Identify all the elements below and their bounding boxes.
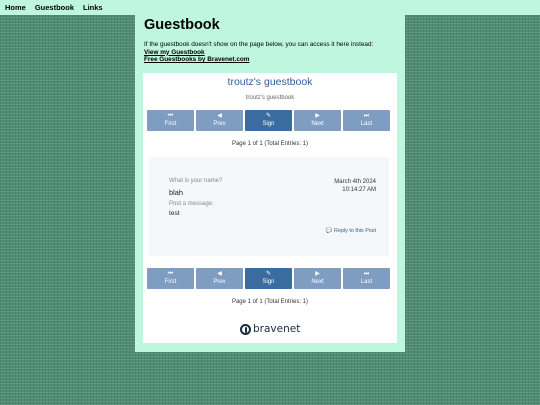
pencil-icon: ✎ — [265, 271, 272, 277]
next-button[interactable]: ▶ Next — [294, 110, 341, 131]
intro-text: If the guestbook doesn't show on the pag… — [144, 41, 374, 48]
bottom-button-row: ⏮ First ◀ Prev ✎ Sign ▶ Next ⏭ Last — [147, 268, 393, 289]
main-content: Guestbook If the guestbook doesn't show … — [135, 15, 405, 352]
prev-icon: ◀ — [217, 113, 222, 119]
view-guestbook-link[interactable]: View my Guestbook — [144, 49, 400, 57]
bravenet-mark-icon — [240, 323, 251, 335]
intro-text-block: If the guestbook doesn't show on the pag… — [144, 41, 400, 64]
first-label: First — [164, 121, 177, 127]
page-info-top: Page 1 of 1 (Total Entries: 1) — [231, 141, 309, 147]
guestbook-subtitle: troutz's guestbook — [245, 95, 295, 101]
next-icon: ▶ — [315, 271, 320, 277]
nav-home[interactable]: Home — [5, 0, 26, 15]
entry-timestamp: March 4th 2024 10:14:27 AM — [334, 178, 376, 194]
name-answer: blah — [169, 188, 183, 197]
message-question: Post a message: — [169, 201, 214, 207]
last-button-bottom[interactable]: ⏭ Last — [343, 268, 390, 289]
last-label: Last — [360, 279, 373, 285]
entry-date: March 4th 2024 — [334, 179, 376, 185]
next-button-bottom[interactable]: ▶ Next — [294, 268, 341, 289]
next-icon: ▶ — [315, 113, 320, 119]
last-icon: ⏭ — [363, 113, 370, 119]
last-label: Last — [360, 121, 373, 127]
sign-label: Sign — [262, 121, 275, 127]
entry-time: 10:14:27 AM — [342, 187, 376, 193]
guestbook-entry: What is your name? blah Post a message: … — [149, 157, 389, 256]
next-label: Next — [311, 279, 324, 285]
guestbook-frame: troutz's guestbook troutz's guestbook ⏮ … — [143, 73, 397, 343]
guestbook-title: troutz's guestbook — [227, 76, 313, 88]
sign-label: Sign — [262, 279, 275, 285]
last-icon: ⏭ — [363, 271, 370, 277]
first-button-bottom[interactable]: ⏮ First — [147, 268, 194, 289]
reply-label: Reply to this Post — [334, 228, 376, 234]
top-button-row: ⏮ First ◀ Prev ✎ Sign ▶ Next ⏭ Last — [147, 110, 393, 131]
sign-button[interactable]: ✎ Sign — [245, 110, 292, 131]
free-guestbooks-link[interactable]: Free Guestbooks by Bravenet.com — [144, 56, 400, 64]
next-label: Next — [311, 121, 324, 127]
page-title: Guestbook — [144, 17, 220, 33]
comment-icon: 💬 — [325, 228, 333, 234]
nav-links[interactable]: Links — [83, 0, 103, 15]
sign-button-bottom[interactable]: ✎ Sign — [245, 268, 292, 289]
prev-button[interactable]: ◀ Prev — [196, 110, 243, 131]
prev-label: Prev — [213, 279, 226, 285]
last-button[interactable]: ⏭ Last — [343, 110, 390, 131]
prev-icon: ◀ — [217, 271, 222, 277]
page-info-bottom: Page 1 of 1 (Total Entries: 1) — [231, 299, 309, 305]
reply-link[interactable]: 💬 Reply to this Post — [326, 228, 376, 234]
bravenet-wordmark: bravenet — [253, 323, 301, 335]
first-label: First — [164, 279, 177, 285]
first-icon: ⏮ — [167, 271, 174, 277]
message-answer: test — [169, 210, 180, 217]
name-question: What is your name? — [169, 178, 223, 184]
bravenet-logo[interactable]: bravenet — [240, 322, 300, 336]
first-button[interactable]: ⏮ First — [147, 110, 194, 131]
top-nav: Home Guestbook Links — [0, 0, 540, 15]
prev-button-bottom[interactable]: ◀ Prev — [196, 268, 243, 289]
prev-label: Prev — [213, 121, 226, 127]
pencil-icon: ✎ — [265, 113, 272, 119]
nav-guestbook[interactable]: Guestbook — [35, 0, 74, 15]
first-icon: ⏮ — [167, 113, 174, 119]
